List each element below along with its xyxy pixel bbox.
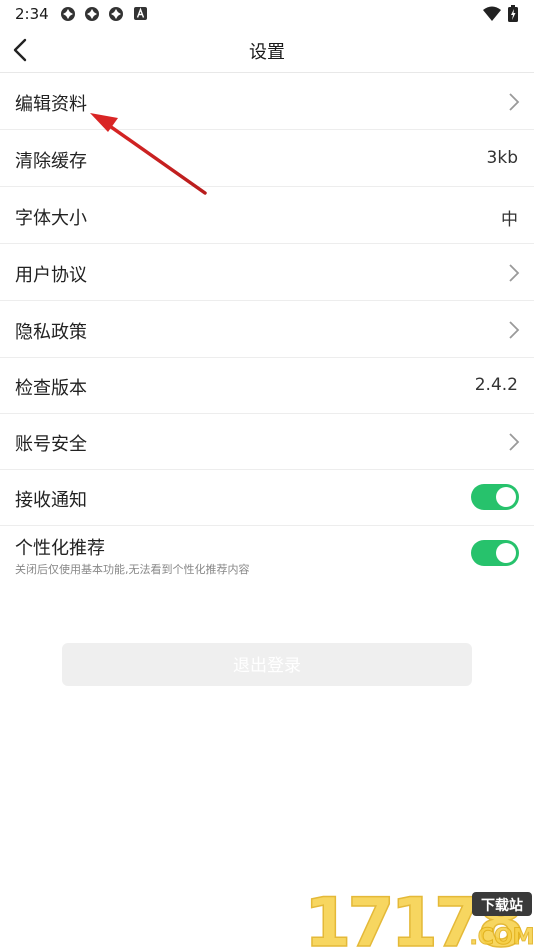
- row-label: 字体大小: [15, 208, 87, 229]
- settings-row-personalized-recommendation: 个性化推荐 关闭后仅使用基本功能,无法看到个性化推荐内容: [0, 526, 534, 586]
- settings-row-privacy-policy[interactable]: 隐私政策: [0, 301, 534, 358]
- row-label: 账号安全: [15, 434, 87, 455]
- row-label: 编辑资料: [15, 94, 87, 115]
- page-title: 设置: [249, 42, 285, 63]
- settings-row-font-size[interactable]: 字体大小 中: [0, 187, 534, 244]
- font-size-value: 中: [501, 210, 518, 230]
- nav-bar: 设置: [0, 28, 534, 73]
- row-label: 用户协议: [15, 265, 87, 286]
- clover-icon: [61, 7, 75, 21]
- clover-icon: [85, 7, 99, 21]
- row-description: 关闭后仅使用基本功能,无法看到个性化推荐内容: [15, 563, 250, 576]
- settings-row-clear-cache[interactable]: 清除缓存 3kb: [0, 130, 534, 187]
- site-watermark-logo: 17178 下载站 .COM: [303, 883, 534, 950]
- settings-row-user-agreement[interactable]: 用户协议: [0, 244, 534, 301]
- battery-charging-icon: [508, 5, 518, 22]
- status-time: 2:34: [15, 5, 49, 23]
- cache-size-value: 3kb: [486, 148, 518, 168]
- row-label: 检查版本: [15, 378, 87, 399]
- toggle-knob: [496, 487, 516, 507]
- toggle-knob: [496, 543, 516, 563]
- version-value: 2.4.2: [474, 375, 518, 395]
- wifi-icon: [483, 6, 501, 21]
- personalization-toggle[interactable]: [471, 540, 519, 566]
- settings-row-edit-profile[interactable]: 编辑资料: [0, 73, 534, 130]
- chevron-right-icon: [509, 93, 520, 111]
- a-badge-icon: [134, 7, 147, 20]
- chevron-right-icon: [509, 321, 520, 339]
- status-bar: 2:34: [0, 0, 534, 28]
- chevron-right-icon: [509, 264, 520, 282]
- svg-text:下载站: 下载站: [481, 897, 523, 914]
- clover-icon: [109, 7, 123, 21]
- settings-row-receive-notifications: 接收通知: [0, 469, 534, 526]
- row-label: 隐私政策: [15, 322, 87, 343]
- svg-text:.COM: .COM: [469, 925, 534, 950]
- row-label: 接收通知: [15, 490, 87, 511]
- row-label: 清除缓存: [15, 151, 87, 172]
- settings-row-account-security[interactable]: 账号安全: [0, 413, 534, 470]
- row-label: 个性化推荐: [15, 538, 105, 559]
- logout-button[interactable]: 退出登录: [62, 643, 472, 686]
- notifications-toggle[interactable]: [471, 484, 519, 510]
- chevron-right-icon: [509, 433, 520, 451]
- settings-row-check-version[interactable]: 检查版本 2.4.2: [0, 357, 534, 414]
